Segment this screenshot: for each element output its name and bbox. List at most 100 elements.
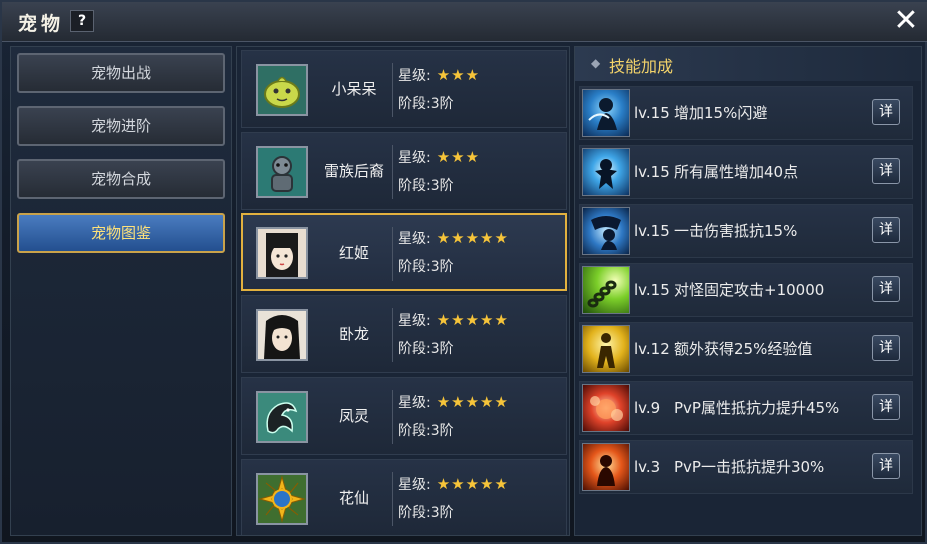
skill-text: lv.15 所有属性增加40点 <box>634 146 798 198</box>
pet-avatar-leizuhouyi <box>256 146 308 198</box>
menu-pet-advance-button[interactable]: 宠物进阶 <box>17 106 225 146</box>
stage-value: 3阶 <box>430 423 454 439</box>
pet-stage: 阶段:3阶 <box>398 93 454 113</box>
skill-detail-button[interactable]: 详 <box>872 335 900 361</box>
star-label: 星级: <box>398 150 431 166</box>
pvp-resist-icon <box>582 384 630 432</box>
pet-name: 雷族后裔 <box>323 162 384 180</box>
skill-level: lv.12 <box>634 340 670 358</box>
skill-level: lv.3 <box>634 458 661 476</box>
stage-value: 3阶 <box>430 341 454 357</box>
stage-label: 阶段: <box>398 259 431 275</box>
pet-star-rating: 星级: ★★★★★ <box>398 310 509 330</box>
skill-detail-button[interactable]: 详 <box>872 276 900 302</box>
star-icons: ★★★★★ <box>436 393 509 411</box>
star-label: 星级: <box>398 68 431 84</box>
pet-star-rating: 星级: ★★★★★ <box>398 392 509 412</box>
skill-row: lv.15 一击伤害抵抗15% 详 <box>579 204 913 258</box>
pet-list-item-selected[interactable]: 红姬 星级: ★★★★★ 阶段:3阶 <box>241 213 567 291</box>
skill-description: 一击伤害抵抗15% <box>674 222 798 240</box>
star-icons: ★★★★★ <box>436 229 509 247</box>
pet-list-item[interactable]: 凤灵 星级: ★★★★★ 阶段:3阶 <box>241 377 567 455</box>
pvp-strike-icon <box>582 443 630 491</box>
menu-pet-battle-button[interactable]: 宠物出战 <box>17 53 225 93</box>
skill-text: lv.15 增加15%闪避 <box>634 87 767 139</box>
skill-detail-button[interactable]: 详 <box>872 158 900 184</box>
skill-text: lv.12 额外获得25%经验值 <box>634 323 812 375</box>
pet-window: 宠物 ? ✕ 宠物出战 宠物进阶 宠物合成 宠物图鉴 小呆呆 星级: ★★★ 阶段… <box>0 0 927 544</box>
skill-bonus-panel: ◆ 技能加成 lv.15 增加15%闪避 详 lv.15 所有属性增加40点 详 l… <box>574 46 922 536</box>
skill-row: lv.15 所有属性增加40点 详 <box>579 145 913 199</box>
stage-label: 阶段: <box>398 96 431 112</box>
pet-stage: 阶段:3阶 <box>398 502 454 522</box>
pet-list-item[interactable]: 小呆呆 星级: ★★★ 阶段:3阶 <box>241 50 567 128</box>
skill-description: 对怪固定攻击+10000 <box>674 281 825 299</box>
stage-label: 阶段: <box>398 341 431 357</box>
pet-star-rating: 星级: ★★★★★ <box>398 228 509 248</box>
close-icon[interactable]: ✕ <box>891 6 921 36</box>
pet-list-item[interactable]: 卧龙 星级: ★★★★★ 阶段:3阶 <box>241 295 567 373</box>
skill-level: lv.9 <box>634 399 661 417</box>
skill-description: 所有属性增加40点 <box>674 163 799 181</box>
star-icons: ★★★★★ <box>436 311 509 329</box>
divider <box>392 145 393 199</box>
skill-row: lv.9 PvP属性抵抗力提升45% 详 <box>579 381 913 435</box>
title-bar: 宠物 ? ✕ <box>2 2 927 42</box>
divider <box>392 390 393 444</box>
skill-row: lv.15 增加15%闪避 详 <box>579 86 913 140</box>
skill-detail-button[interactable]: 详 <box>872 453 900 479</box>
skill-description: 增加15%闪避 <box>674 104 768 122</box>
skill-text: lv.9 PvP属性抵抗力提升45% <box>634 382 839 434</box>
pet-list-item[interactable]: 雷族后裔 星级: ★★★ 阶段:3阶 <box>241 132 567 210</box>
skill-detail-button[interactable]: 详 <box>872 217 900 243</box>
star-label: 星级: <box>398 477 431 493</box>
stage-value: 3阶 <box>430 259 454 275</box>
skill-description: PvP一击抵抗提升30% <box>674 458 825 476</box>
skill-level: lv.15 <box>634 104 670 122</box>
divider <box>392 227 393 281</box>
skill-row: lv.12 额外获得25%经验值 详 <box>579 322 913 376</box>
divider <box>392 472 393 526</box>
stage-value: 3阶 <box>430 96 454 112</box>
menu-pet-synthesis-button[interactable]: 宠物合成 <box>17 159 225 199</box>
pet-star-rating: 星级: ★★★ <box>398 147 480 167</box>
pet-avatar-xiaodaidai <box>256 64 308 116</box>
pet-menu: 宠物出战 宠物进阶 宠物合成 宠物图鉴 <box>10 46 232 536</box>
pet-list-item[interactable]: 花仙 星级: ★★★★★ 阶段:3阶 <box>241 459 567 535</box>
star-icons: ★★★★★ <box>436 475 509 493</box>
skill-level: lv.15 <box>634 281 670 299</box>
star-label: 星级: <box>398 313 431 329</box>
skill-row: lv.15 对怪固定攻击+10000 详 <box>579 263 913 317</box>
skill-description: 额外获得25%经验值 <box>674 340 813 358</box>
skill-detail-button[interactable]: 详 <box>872 394 900 420</box>
skill-bonus-header: ◆ 技能加成 <box>575 47 921 81</box>
pet-avatar-fengling <box>256 391 308 443</box>
monster-attack-icon <box>582 266 630 314</box>
star-label: 星级: <box>398 395 431 411</box>
pet-name: 花仙 <box>338 489 369 507</box>
pet-stage: 阶段:3阶 <box>398 338 454 358</box>
pet-name: 小呆呆 <box>331 80 377 98</box>
stage-value: 3阶 <box>430 178 454 194</box>
help-button[interactable]: ? <box>70 10 94 32</box>
pet-name: 卧龙 <box>338 325 369 343</box>
star-icons: ★★★ <box>436 66 481 84</box>
dodge-icon <box>582 89 630 137</box>
menu-pet-collection-button[interactable]: 宠物图鉴 <box>17 213 225 253</box>
skill-text: lv.3 PvP一击抵抗提升30% <box>634 441 824 493</box>
pet-stage: 阶段:3阶 <box>398 256 454 276</box>
divider <box>392 63 393 117</box>
skill-text: lv.15 一击伤害抵抗15% <box>634 205 797 257</box>
stage-label: 阶段: <box>398 178 431 194</box>
star-label: 星级: <box>398 231 431 247</box>
stage-label: 阶段: <box>398 423 431 439</box>
skill-text: lv.15 对怪固定攻击+10000 <box>634 264 824 316</box>
all-attributes-icon <box>582 148 630 196</box>
star-icons: ★★★ <box>436 148 481 166</box>
pet-stage: 阶段:3阶 <box>398 420 454 440</box>
pet-avatar-hongji <box>256 227 308 279</box>
skill-detail-button[interactable]: 详 <box>872 99 900 125</box>
pet-avatar-wolong <box>256 309 308 361</box>
pet-name: 红姬 <box>338 244 369 262</box>
skill-row: lv.3 PvP一击抵抗提升30% 详 <box>579 440 913 494</box>
